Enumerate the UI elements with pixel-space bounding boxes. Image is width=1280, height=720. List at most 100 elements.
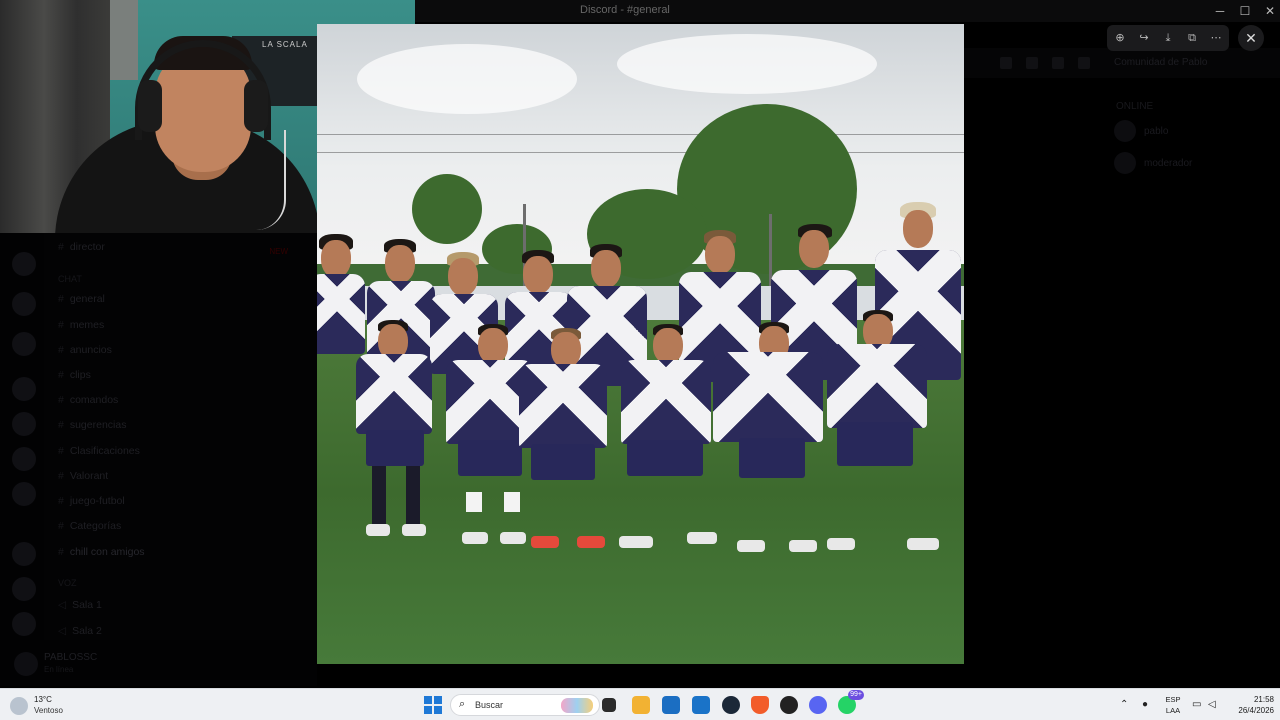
- photo-wire: [317, 134, 964, 135]
- voice-channel-item[interactable]: ◁ Sala 1: [58, 594, 298, 616]
- channel-item[interactable]: # comandos: [58, 389, 298, 411]
- channel-label: Sala 2: [72, 625, 102, 637]
- flag-text: LA SCALA: [262, 40, 308, 49]
- user-status: En línea: [44, 665, 74, 674]
- channel-item[interactable]: # Valorant: [58, 465, 298, 487]
- language-code: ESP: [1165, 695, 1181, 704]
- server-icon[interactable]: [12, 447, 36, 471]
- channel-label: Clasificaciones: [69, 445, 140, 457]
- header-search-label: Comunidad de Pablo: [1114, 57, 1208, 68]
- whatsapp-icon[interactable]: 99+: [838, 690, 864, 714]
- notifications-icon[interactable]: [1026, 57, 1038, 69]
- channel-category[interactable]: CHAT: [58, 268, 298, 290]
- weather-temp: 13°C: [34, 695, 52, 704]
- channel-label: chill con amigos: [69, 546, 145, 558]
- network-icon[interactable]: ▭: [1192, 699, 1201, 710]
- shelf: [110, 0, 138, 80]
- zoom-in-icon[interactable]: ⊕: [1110, 29, 1130, 47]
- language-indicator[interactable]: ESP LAA: [1162, 694, 1184, 716]
- channel-item[interactable]: # Clasificaciones: [58, 440, 298, 462]
- photo-cloud: [357, 44, 577, 114]
- channel-label: director: [69, 241, 105, 253]
- weather-condition: Ventoso: [34, 706, 63, 715]
- file-explorer-icon[interactable]: [632, 696, 650, 714]
- pin-icon[interactable]: [1052, 57, 1064, 69]
- avatar: [1114, 120, 1136, 142]
- discover-icon[interactable]: [12, 612, 36, 636]
- discord-icon[interactable]: [809, 696, 827, 714]
- server-icon[interactable]: [12, 482, 36, 506]
- outlook-icon[interactable]: [692, 696, 710, 714]
- channel-label: general: [69, 293, 105, 305]
- server-icon[interactable]: [12, 377, 36, 401]
- viewer-toolbar: ⊕ ↪ ⤓ ⧉ ⋯: [1107, 25, 1229, 51]
- new-badge: NEW: [269, 247, 288, 256]
- headphone-cup: [138, 80, 162, 132]
- task-view-icon[interactable]: [602, 698, 616, 712]
- server-icon[interactable]: [12, 542, 36, 566]
- brave-icon[interactable]: [751, 696, 769, 714]
- weather-icon: [10, 697, 28, 715]
- channel-label: Sala 1: [72, 599, 102, 611]
- user-name: PABLOSSC: [44, 652, 98, 663]
- earphone-cable: [246, 130, 286, 230]
- clock-date: 26/4/2026: [1238, 706, 1274, 715]
- channel-label: Categorías: [69, 520, 122, 532]
- window-close-button[interactable]: ✕: [1256, 2, 1280, 20]
- search-placeholder: Buscar: [475, 700, 504, 710]
- chevron-up-icon[interactable]: ⌃: [1120, 699, 1128, 710]
- add-server-icon[interactable]: [12, 577, 36, 601]
- channel-item[interactable]: # clips: [58, 364, 298, 386]
- maximize-button[interactable]: ☐: [1231, 2, 1259, 20]
- channel-item[interactable]: # Categorías: [58, 515, 298, 537]
- channel-item[interactable]: # director NEW: [58, 236, 298, 258]
- download-icon[interactable]: ⤓: [1158, 29, 1178, 47]
- voice-channel-item[interactable]: ◁ Sala 2: [58, 620, 298, 642]
- steam-icon[interactable]: [722, 696, 740, 714]
- avatar[interactable]: [14, 652, 38, 676]
- channel-item[interactable]: # memes: [58, 314, 298, 336]
- server-icon[interactable]: [12, 252, 36, 276]
- members-icon[interactable]: [1078, 57, 1090, 69]
- channel-item[interactable]: # chill con amigos: [58, 541, 298, 563]
- channel-header: Comunidad de Pablo: [964, 48, 1280, 78]
- user-panel: PABLOSSC En línea: [0, 640, 317, 686]
- channel-category[interactable]: VOZ: [58, 572, 298, 594]
- more-icon[interactable]: ⋯: [1206, 29, 1226, 47]
- clock[interactable]: 21:58 26/4/2026: [1228, 694, 1274, 716]
- member-name: moderador: [1144, 157, 1193, 169]
- viewer-image[interactable]: [317, 24, 964, 664]
- keyboard-layout: LAA: [1165, 706, 1181, 715]
- microsoft-store-icon[interactable]: [662, 696, 680, 714]
- microphone-icon[interactable]: ●: [1142, 699, 1148, 710]
- channel-label: anuncios: [69, 344, 112, 356]
- channel-label: sugerencias: [69, 419, 127, 431]
- photo-tree: [677, 104, 857, 274]
- start-button[interactable]: [424, 696, 442, 714]
- minimize-button[interactable]: ─: [1206, 2, 1234, 20]
- channel-list: # director NEW CHAT # general # memes # anunc…: [44, 232, 317, 672]
- channel-label: juego-futbol: [69, 495, 125, 507]
- channel-item[interactable]: # sugerencias: [58, 414, 298, 436]
- search-highlight-icon: [561, 698, 593, 713]
- viewer-close-button[interactable]: ✕: [1238, 25, 1264, 51]
- forward-icon[interactable]: ↪: [1134, 29, 1154, 47]
- volume-icon[interactable]: ◁: [1208, 699, 1216, 710]
- channel-item[interactable]: # anuncios: [58, 339, 298, 361]
- member-item[interactable]: moderador: [1110, 150, 1280, 176]
- channel-item[interactable]: # general: [58, 288, 298, 310]
- channel-item[interactable]: # juego-futbol: [58, 490, 298, 512]
- window-title: Discord - #general: [580, 4, 670, 16]
- media-icon[interactable]: [780, 696, 798, 714]
- channel-label: memes: [69, 319, 105, 331]
- server-rail: [0, 232, 44, 672]
- server-icon[interactable]: [12, 412, 36, 436]
- server-icon[interactable]: [12, 332, 36, 356]
- member-item[interactable]: pablo: [1110, 118, 1280, 144]
- server-icon[interactable]: [12, 292, 36, 316]
- threads-icon[interactable]: [1000, 57, 1012, 69]
- taskbar-search[interactable]: ⌕ Buscar: [450, 694, 600, 716]
- open-external-icon[interactable]: ⧉: [1182, 29, 1202, 47]
- channel-label: Valorant: [69, 470, 109, 482]
- notification-badge: 99+: [848, 690, 864, 700]
